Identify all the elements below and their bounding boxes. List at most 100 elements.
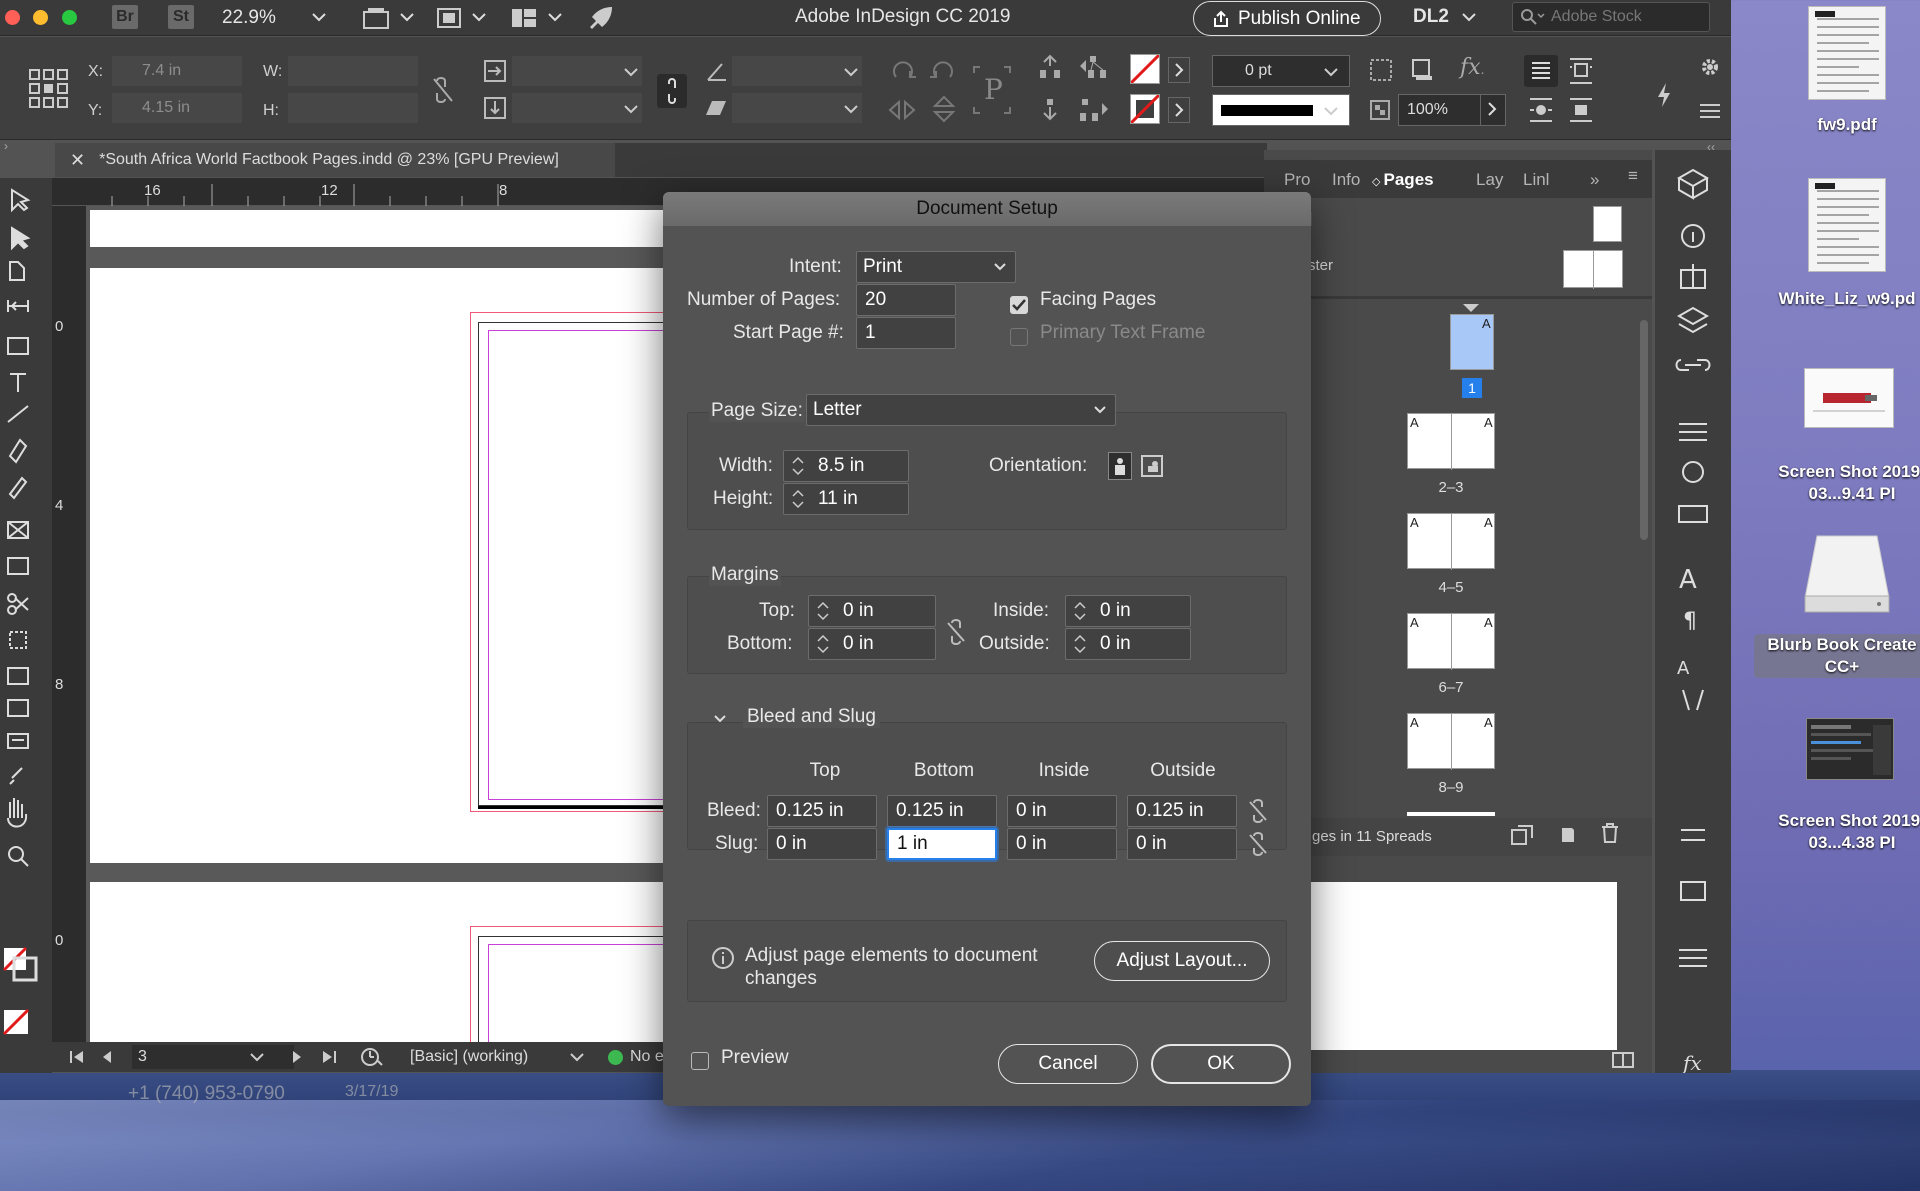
stepper-icon[interactable] [1071, 599, 1089, 623]
menu-icon[interactable] [1700, 103, 1720, 119]
none-master-thumb[interactable] [1593, 206, 1622, 242]
quick-actions-icon[interactable] [1654, 81, 1674, 109]
outside-margin-input[interactable]: 0 in [1065, 628, 1191, 660]
text-wrap-box-icon[interactable] [1568, 57, 1594, 85]
slug-top-input[interactable]: 0 in [767, 828, 877, 860]
new-page-icon[interactable] [1558, 824, 1578, 844]
scale-x-icon[interactable] [484, 60, 506, 82]
rotation-field[interactable] [732, 56, 862, 86]
stepper-icon[interactable] [1071, 632, 1089, 656]
cancel-button[interactable]: Cancel [998, 1044, 1138, 1084]
chevron-down-icon[interactable] [1324, 106, 1338, 116]
chevron-down-icon[interactable] [844, 104, 858, 114]
document-tab[interactable]: ✕ *South Africa World Factbook Pages.ind… [55, 143, 615, 177]
split-view-icon[interactable] [1612, 1052, 1634, 1068]
text-wrap-shape-icon[interactable] [1528, 97, 1554, 123]
chevron-down-icon[interactable] [570, 1052, 584, 1062]
white-liz-pdf-icon[interactable] [1808, 178, 1886, 272]
chevron-right-icon[interactable] [1168, 57, 1190, 83]
chevron-down-icon[interactable] [1462, 12, 1476, 22]
next-page-icon[interactable] [292, 1050, 302, 1064]
tab-links[interactable]: Linl [1523, 170, 1549, 190]
x-position-field[interactable]: 7.4 in [112, 56, 242, 86]
primary-text-frame-checkbox[interactable] [1010, 328, 1028, 346]
unlink-slug-icon[interactable] [1248, 832, 1268, 856]
screenshot-2-icon[interactable] [1806, 718, 1894, 780]
edit-page-size-icon[interactable] [1510, 824, 1534, 846]
preflight-profile[interactable]: [Basic] (working) [410, 1048, 528, 1066]
ok-button[interactable]: OK [1151, 1044, 1291, 1084]
frame-fitting-icon[interactable] [1370, 59, 1392, 81]
width-field[interactable] [288, 56, 418, 86]
select-content-icon[interactable] [1038, 97, 1062, 123]
num-pages-input[interactable]: 20 [856, 284, 956, 316]
link-scale-icon[interactable] [657, 74, 687, 108]
y-position-field[interactable]: 4.15 in [112, 93, 242, 123]
flip-horizontal-icon[interactable] [888, 99, 916, 121]
gear-icon[interactable] [1700, 57, 1720, 77]
chevron-right-icon[interactable] [1168, 97, 1190, 123]
panel-menu-icon[interactable]: ≡ [1628, 166, 1638, 186]
minimize-window-button[interactable] [33, 10, 48, 25]
scale-y-field[interactable] [512, 93, 642, 123]
tab-layers[interactable]: Lay [1476, 170, 1503, 190]
stock-button[interactable]: St [168, 5, 194, 29]
top-margin-input[interactable]: 0 in [808, 595, 936, 627]
view-options-icon[interactable] [362, 6, 390, 30]
select-previous-icon[interactable] [1078, 54, 1110, 80]
chevron-down-icon[interactable] [713, 712, 727, 726]
scale-x-field[interactable] [512, 56, 642, 86]
slug-bottom-input[interactable]: 1 in [887, 828, 997, 860]
a-master-thumb[interactable] [1563, 250, 1623, 289]
stepper-icon[interactable] [789, 454, 807, 478]
chevron-down-icon[interactable] [400, 12, 414, 22]
close-window-button[interactable] [5, 10, 20, 25]
page-number-field[interactable]: 3 [132, 1045, 294, 1069]
chevron-down-icon[interactable] [548, 12, 562, 22]
stepper-icon[interactable] [789, 487, 807, 511]
shear-field[interactable] [732, 93, 862, 123]
arrange-documents-icon[interactable] [510, 6, 538, 30]
stepper-icon[interactable] [814, 632, 832, 656]
spread-4-5-thumb[interactable]: AA [1407, 513, 1495, 570]
panel-scrollbar[interactable] [1640, 320, 1648, 540]
fx-effects-icon[interactable]: fx. [1460, 55, 1484, 80]
selection-tool-icon[interactable] [4, 186, 34, 216]
chevron-down-icon[interactable] [844, 67, 858, 77]
chevron-down-icon[interactable] [624, 104, 638, 114]
collapse-panels-icon[interactable]: › [4, 139, 8, 153]
facing-pages-checkbox[interactable] [1010, 296, 1028, 314]
chevron-down-icon[interactable] [624, 67, 638, 77]
reference-point-icon[interactable] [28, 68, 70, 110]
scale-y-icon[interactable] [484, 97, 506, 119]
first-page-icon[interactable] [70, 1050, 84, 1064]
chevron-down-icon[interactable] [312, 12, 326, 22]
portrait-orientation-icon[interactable] [1108, 452, 1132, 480]
text-wrap-none-icon[interactable] [1524, 55, 1558, 87]
chevron-down-icon[interactable] [472, 12, 486, 22]
blurb-drive-icon[interactable] [1797, 528, 1897, 618]
rotate-angle-icon[interactable] [706, 60, 728, 82]
bleed-top-input[interactable]: 0.125 in [767, 795, 877, 827]
open-document-icon[interactable] [360, 1047, 384, 1067]
chevron-down-icon[interactable] [1324, 67, 1338, 77]
zoom-level[interactable]: 22.9% [222, 7, 276, 29]
constrain-proportions-icon[interactable] [432, 77, 454, 103]
bridge-button[interactable]: Br [112, 5, 138, 29]
text-wrap-jump-icon[interactable] [1568, 97, 1594, 123]
rotate-ccw-icon[interactable] [930, 57, 956, 83]
chevron-right-icon[interactable] [1480, 95, 1504, 125]
unlink-bleed-icon[interactable] [1248, 799, 1268, 823]
page-size-select[interactable]: Letter [806, 394, 1116, 426]
bottom-margin-input[interactable]: 0 in [808, 628, 936, 660]
start-page-input[interactable]: 1 [856, 317, 956, 349]
last-page-icon[interactable] [322, 1050, 336, 1064]
zoom-window-button[interactable] [62, 10, 77, 25]
rotate-cw-icon[interactable] [890, 57, 916, 83]
spread-2-3-thumb[interactable]: AA [1407, 413, 1495, 470]
unlink-margins-icon[interactable] [946, 619, 966, 645]
intent-select[interactable]: Print [856, 251, 1016, 283]
slug-outside-input[interactable]: 0 in [1127, 828, 1237, 860]
landscape-orientation-icon[interactable] [1140, 454, 1164, 478]
spread-6-7-thumb[interactable]: AA [1407, 613, 1495, 670]
